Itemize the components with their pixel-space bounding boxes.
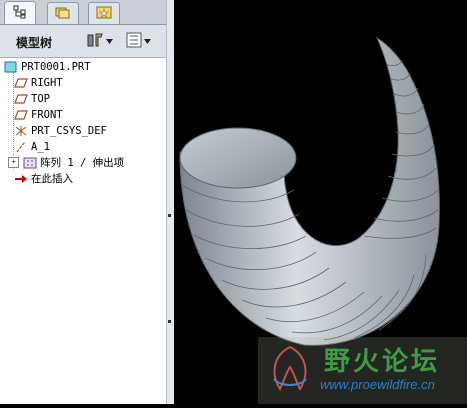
tree-item-front[interactable]: FRONT [14, 107, 63, 122]
tree-settings-icon [86, 32, 104, 51]
tree-settings-button[interactable] [86, 31, 113, 51]
tree-item-top[interactable]: TOP [14, 91, 50, 106]
tree-item-axis[interactable]: A_1 [14, 139, 50, 154]
datum-axis-icon [14, 141, 28, 153]
part-icon [4, 61, 18, 73]
datum-plane-icon [14, 109, 28, 121]
tree-item-right[interactable]: RIGHT [14, 75, 63, 90]
tab-folder-browser[interactable] [47, 2, 79, 24]
tree-item-label: A_1 [31, 140, 50, 153]
watermark-url: www.proewildfire.cn [320, 377, 435, 392]
tree-item-label: RIGHT [31, 76, 63, 89]
panel-title: 模型树 [16, 36, 53, 50]
tree-show-button[interactable] [126, 31, 151, 51]
watermark-logo-icon [273, 345, 307, 392]
favorites-icon [96, 5, 112, 22]
expand-icon[interactable]: + [8, 157, 19, 168]
tree-item-csys[interactable]: PRT_CSYS_DEF [14, 123, 107, 138]
folder-browser-icon [55, 5, 71, 22]
datum-plane-icon [14, 93, 28, 105]
tree-show-icon [126, 32, 142, 51]
tree-item-label: FRONT [31, 108, 63, 121]
splitter-grip [168, 320, 171, 323]
tree-item-label: 在此插入 [31, 173, 73, 185]
datum-plane-icon [14, 77, 28, 89]
tree-item-label: TOP [31, 92, 50, 105]
watermark: 野火论坛 www.proewildfire.cn [258, 337, 467, 404]
navigator-tab-bar [0, 0, 168, 25]
tab-model-tree[interactable] [4, 1, 36, 24]
tree-item-label: PRT0001.PRT [21, 60, 91, 73]
model-tree-icon [13, 5, 27, 22]
navigator-panel: 模型树 PRT0001.PRT RIGHT TOP FRONT PRT_CSYS… [0, 0, 168, 404]
insert-here-arrow-icon [14, 173, 28, 185]
splitter-grip [168, 214, 171, 217]
model-tree-toolbar: 模型树 [0, 25, 168, 58]
tab-favorites[interactable] [88, 2, 120, 24]
chevron-down-icon [106, 36, 113, 47]
tree-item-label: PRT_CSYS_DEF [31, 124, 107, 137]
model-tree: PRT0001.PRT RIGHT TOP FRONT PRT_CSYS_DEF [0, 58, 167, 404]
tree-item-pattern[interactable]: + 阵列 1 / 伸出项 [8, 155, 124, 170]
watermark-text: 野火论坛 [324, 347, 441, 377]
chevron-down-icon [144, 36, 151, 47]
pattern-icon [23, 157, 37, 169]
tree-item-insert-here[interactable]: 在此插入 [14, 171, 73, 186]
tree-item-label: 阵列 1 / 伸出项 [40, 157, 125, 169]
tree-item-root[interactable]: PRT0001.PRT [4, 59, 91, 74]
coordinate-system-icon [14, 125, 28, 137]
